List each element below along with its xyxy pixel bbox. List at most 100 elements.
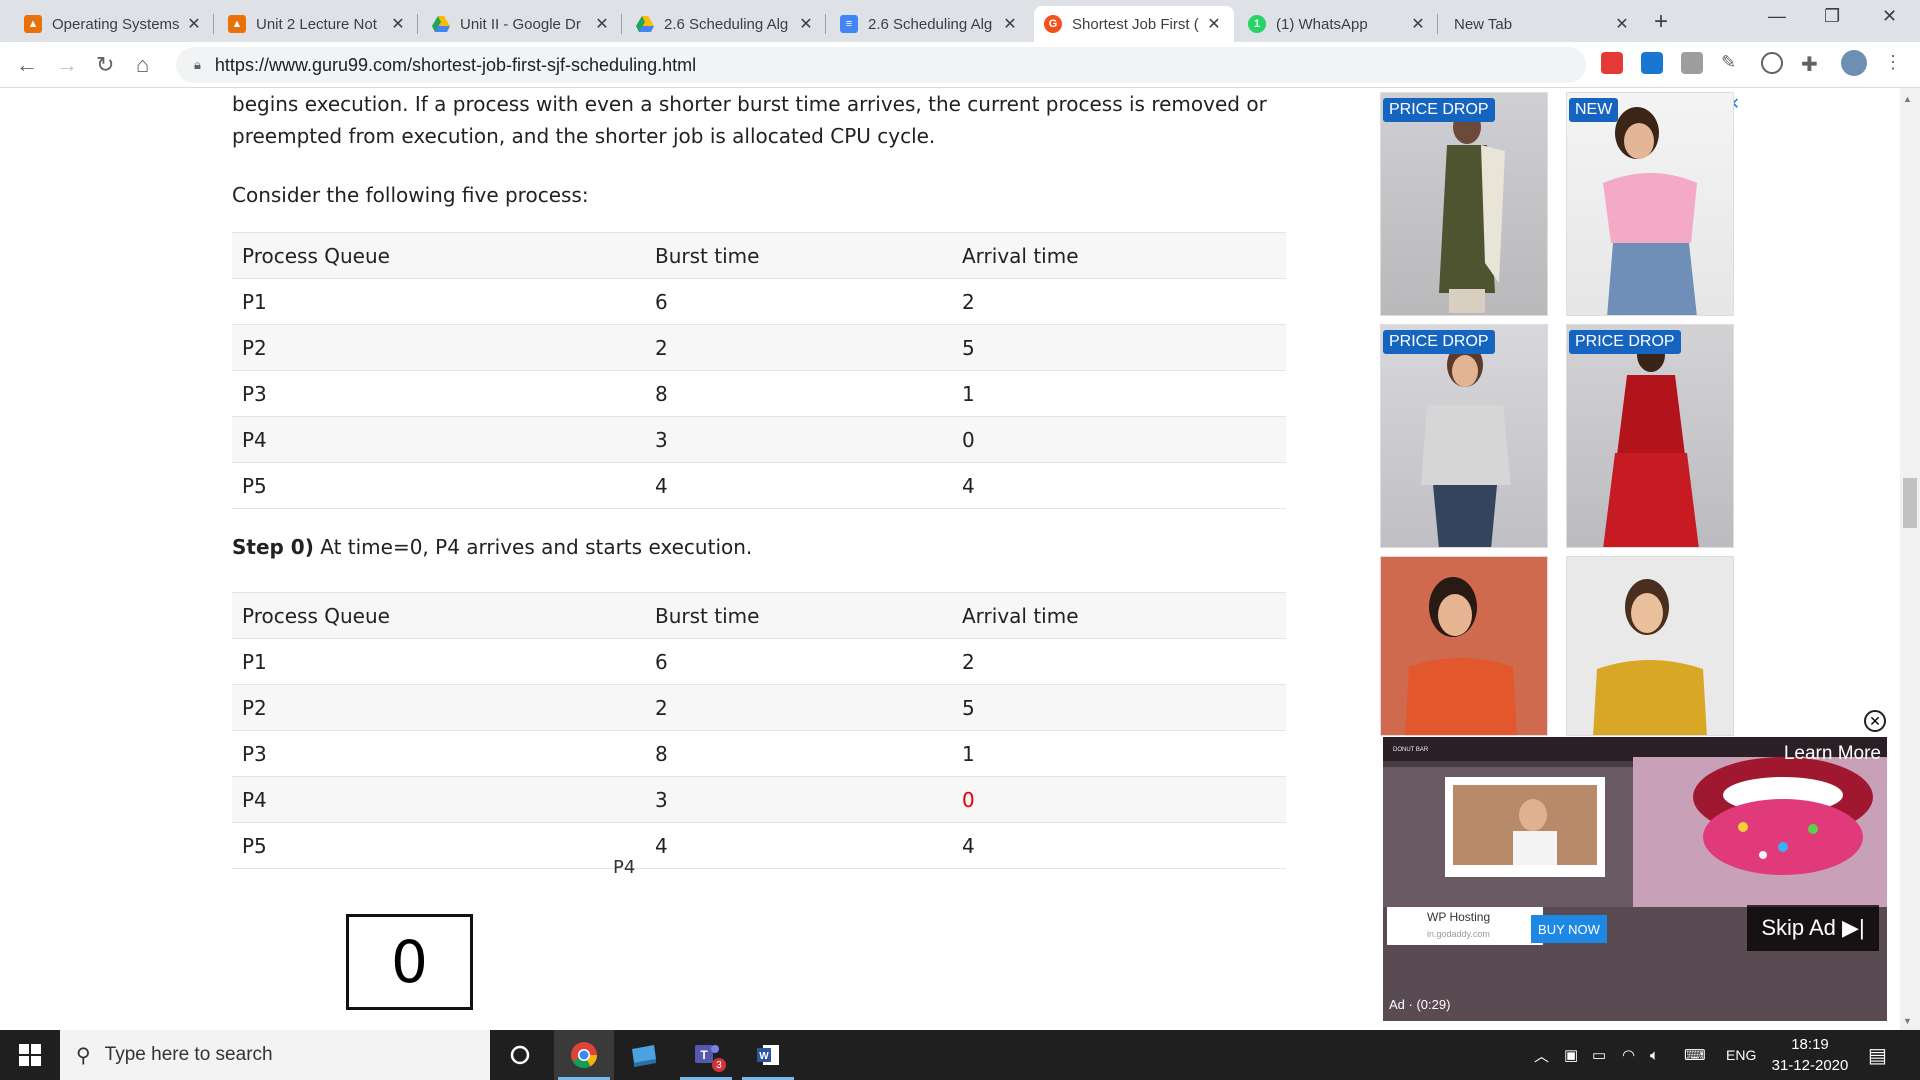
screen-capture-extension-icon[interactable] xyxy=(1641,52,1663,74)
volume-icon[interactable]: 🔈︎ xyxy=(1650,1030,1659,1080)
show-hidden-icons[interactable]: ︿ xyxy=(1534,1030,1549,1080)
table-row: P1 6 2 xyxy=(232,278,1286,325)
close-icon[interactable]: ✕ xyxy=(1408,14,1428,34)
chrome-icon[interactable] xyxy=(554,1030,614,1080)
ad-product-tile[interactable]: PRICE DROP xyxy=(1566,324,1734,548)
forward-icon[interactable]: → xyxy=(56,52,78,78)
restore-icon[interactable]: ❐ xyxy=(1824,6,1840,27)
cell-burst: 6 xyxy=(645,278,952,325)
page-scrollbar-track[interactable] xyxy=(1900,88,1920,1030)
cell-arrival: 0 xyxy=(952,416,1286,463)
ad-product-tile[interactable]: NEW xyxy=(1566,92,1734,316)
close-icon[interactable]: ✕ xyxy=(796,14,816,34)
acrobat-extension-icon[interactable] xyxy=(1601,52,1623,74)
tab-strip: ▲ Operating Systems ✕ ▲ Unit 2 Lecture N… xyxy=(0,0,1920,42)
ad-product-tile[interactable]: PRICE DROP xyxy=(1380,92,1548,316)
profile-avatar[interactable] xyxy=(1841,50,1867,76)
close-icon[interactable]: ✕ xyxy=(1000,14,1020,34)
wp-hosting-card[interactable]: WP Hosting in.godaddy.com xyxy=(1387,907,1543,945)
back-icon[interactable]: ← xyxy=(16,52,38,78)
svg-text:T: T xyxy=(700,1048,708,1062)
tab-google-drive[interactable]: Unit II - Google Dr ✕ xyxy=(422,6,622,42)
home-icon[interactable]: ⌂ xyxy=(136,52,149,78)
teams-icon[interactable]: T 3 xyxy=(676,1030,736,1080)
tab-title: Operating Systems xyxy=(52,15,180,33)
svg-text:W: W xyxy=(759,1051,769,1062)
camera-extension-icon[interactable] xyxy=(1681,52,1703,74)
close-window-icon[interactable]: ✕ xyxy=(1882,6,1897,27)
consider-text: Consider the following five process: xyxy=(232,183,589,207)
cell-process: P1 xyxy=(232,638,645,685)
file-explorer-icon[interactable] xyxy=(614,1030,674,1080)
taskbar-clock[interactable]: 18:19 31-12-2020 xyxy=(1764,1034,1856,1076)
tab-scheduling-drive[interactable]: 2.6 Scheduling Alg ✕ xyxy=(626,6,826,42)
tab-scheduling-docs[interactable]: ≡ 2.6 Scheduling Alg ✕ xyxy=(830,6,1030,42)
battery-icon[interactable]: ▭ xyxy=(1592,1030,1606,1080)
notifications-icon[interactable]: ▤ xyxy=(1868,1030,1887,1080)
table-row: P2 2 5 xyxy=(232,684,1286,731)
hosting-domain: in.godaddy.com xyxy=(1427,929,1490,939)
tab-new-tab[interactable]: New Tab ✕ xyxy=(1442,6,1642,42)
ad-product-tile[interactable] xyxy=(1566,556,1734,736)
model-green-kurta-image xyxy=(1439,110,1505,313)
cell-arrival: 1 xyxy=(952,370,1286,417)
step0-label: Step 0) xyxy=(232,535,314,559)
windows-start-icon[interactable] xyxy=(0,1030,60,1080)
skip-ad-button[interactable]: Skip Ad ▶| xyxy=(1747,905,1879,951)
tab-title: 2.6 Scheduling Alg xyxy=(664,15,789,33)
ad-product-tile[interactable]: PRICE DROP xyxy=(1380,324,1548,548)
cell-process: P5 xyxy=(232,462,645,509)
minimize-icon[interactable]: — xyxy=(1768,6,1786,27)
word-icon[interactable]: W xyxy=(738,1030,798,1080)
extension-circle-icon[interactable] xyxy=(1761,52,1783,74)
blogger-icon: ▲ xyxy=(228,15,246,33)
header-burst-time: Burst time xyxy=(645,232,952,279)
cell-arrival: 2 xyxy=(952,638,1286,685)
eyedropper-extension-icon[interactable]: ✎ xyxy=(1721,52,1743,74)
wifi-icon[interactable]: ◠ xyxy=(1622,1030,1635,1080)
cell-process: P3 xyxy=(232,730,645,777)
cell-arrival-highlighted: 0 xyxy=(952,776,1286,823)
new-tab-button[interactable]: + xyxy=(1654,8,1668,36)
table-row: P3 8 1 xyxy=(232,730,1286,777)
ad-product-tile[interactable] xyxy=(1380,556,1548,736)
table-header-row: Process Queue Burst time Arrival time xyxy=(232,232,1286,279)
video-ad[interactable]: DONUT BAR Learn More WP Hosting in.godad… xyxy=(1383,737,1887,1021)
tab-unit2-lecture[interactable]: ▲ Unit 2 Lecture Not ✕ xyxy=(218,6,418,42)
close-icon[interactable]: ✕ xyxy=(1204,14,1224,34)
close-icon[interactable]: ✕ xyxy=(1612,14,1632,34)
learn-more-link[interactable]: Learn More xyxy=(1784,743,1881,765)
cell-process: P3 xyxy=(232,370,645,417)
reload-icon[interactable]: ↻ xyxy=(96,52,114,78)
close-icon[interactable]: ✕ xyxy=(388,14,408,34)
device-icon[interactable]: ▣ xyxy=(1564,1030,1578,1080)
cortana-icon[interactable] xyxy=(490,1030,550,1080)
process-table-1: Process Queue Burst time Arrival time P1… xyxy=(232,232,1286,509)
menu-kebab-icon[interactable]: ⋮ xyxy=(1884,52,1906,74)
scroll-down-arrow-icon[interactable]: ▼ xyxy=(1903,1016,1912,1026)
table-row: P5 4 4 xyxy=(232,822,1286,869)
close-icon[interactable]: ✕ xyxy=(184,14,204,34)
cell-arrival: 1 xyxy=(952,730,1286,777)
keyboard-icon[interactable]: ⌨ xyxy=(1684,1030,1706,1080)
taskbar-search[interactable]: ⚲ Type here to search xyxy=(60,1030,490,1080)
tab-whatsapp[interactable]: 1 (1) WhatsApp ✕ xyxy=(1238,6,1438,42)
page-scrollbar-thumb[interactable] xyxy=(1903,478,1917,528)
buy-now-button[interactable]: BUY NOW xyxy=(1531,915,1607,943)
language-indicator[interactable]: ENG xyxy=(1726,1030,1756,1080)
close-video-ad-icon[interactable]: ✕ xyxy=(1864,710,1886,732)
table-row: P4 3 0 xyxy=(232,776,1286,823)
tab-shortest-job-first[interactable]: G Shortest Job First ( ✕ xyxy=(1034,6,1234,42)
cell-burst: 8 xyxy=(645,730,952,777)
tab-title: (1) WhatsApp xyxy=(1276,15,1368,33)
puzzle-extensions-icon[interactable]: ✚ xyxy=(1801,52,1823,76)
table-row: P1 6 2 xyxy=(232,638,1286,685)
model-red-outfit-image xyxy=(1603,338,1699,547)
step0-text: Step 0) At time=0, P4 arrives and starts… xyxy=(232,531,752,564)
close-icon[interactable]: ✕ xyxy=(592,14,612,34)
address-bar[interactable]: 🔒︎ https://www.guru99.com/shortest-job-f… xyxy=(176,47,1586,83)
cell-arrival: 5 xyxy=(952,324,1286,371)
scroll-up-arrow-icon[interactable]: ▲ xyxy=(1903,94,1912,104)
lock-icon: 🔒︎ xyxy=(194,57,201,72)
tab-operating-systems[interactable]: ▲ Operating Systems ✕ xyxy=(14,6,214,42)
